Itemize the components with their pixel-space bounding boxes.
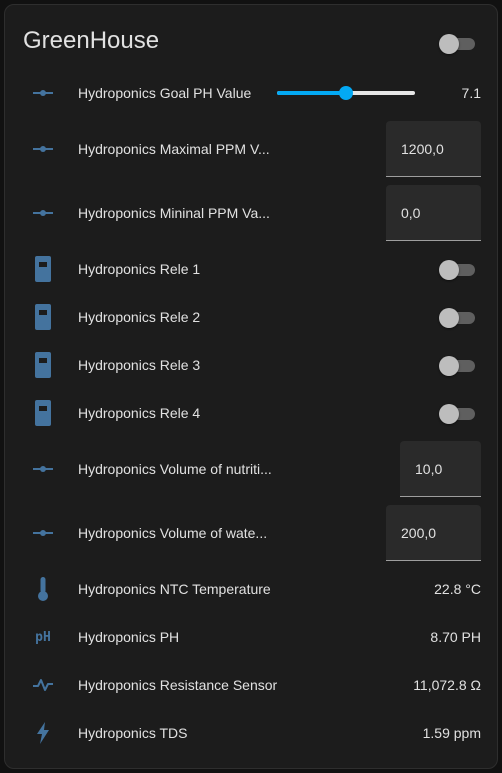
row-label: Hydroponics Goal PH Value (78, 85, 252, 101)
row-label: Hydroponics Rele 1 (78, 261, 201, 277)
row-label: Hydroponics Volume of nutriti... (78, 461, 272, 477)
slider-handle[interactable] (339, 86, 353, 100)
row-ntc: Hydroponics NTC Temperature 22.8 °C (5, 575, 499, 603)
ph-icon: pH (35, 629, 51, 645)
ph-goal-value: 7.1 (461, 85, 481, 101)
ppm-max-input[interactable]: 1200,0 (386, 121, 481, 177)
flash-icon (29, 719, 57, 747)
rele-2-toggle[interactable] (439, 307, 477, 328)
row-label: Hydroponics Rele 3 (78, 357, 201, 373)
relay-icon (29, 255, 57, 283)
row-label: Hydroponics Resistance Sensor (78, 677, 278, 693)
ph-value: 8.70 PH (430, 629, 481, 645)
row-label: Hydroponics NTC Temperature (78, 581, 271, 597)
row-ppm-max: Hydroponics Maximal PPM V... 1200,0 (5, 121, 499, 177)
row-ppm-min: Hydroponics Mininal PPM Va... 0,0 (5, 185, 499, 241)
row-label: Hydroponics PH (78, 629, 180, 645)
thermometer-icon (29, 575, 57, 603)
row-resistance: Hydroponics Resistance Sensor 11,072.8 Ω (5, 671, 499, 699)
relay-icon (29, 351, 57, 379)
row-vol-water: Hydroponics Volume of wate... 200,0 (5, 505, 499, 561)
row-vol-nutri: Hydroponics Volume of nutriti... 10,0 (5, 441, 499, 497)
row-rele-3: Hydroponics Rele 3 (5, 351, 499, 379)
ph-goal-slider[interactable] (277, 83, 419, 103)
row-label: Hydroponics Rele 2 (78, 309, 201, 325)
row-label: Hydroponics Rele 4 (78, 405, 201, 421)
resistance-value: 11,072.8 Ω (413, 677, 481, 693)
ppm-min-input[interactable]: 0,0 (386, 185, 481, 241)
card-title: GreenHouse (23, 27, 160, 54)
row-ph-goal: Hydroponics Goal PH Value 7.1 (5, 79, 499, 107)
vol-water-input[interactable]: 200,0 (386, 505, 481, 561)
tds-value: 1.59 ppm (422, 725, 481, 741)
slider-icon (29, 199, 57, 227)
rele-3-toggle[interactable] (439, 355, 477, 376)
card-header-toggle[interactable] (439, 33, 477, 54)
slider-icon (29, 519, 57, 547)
row-label: Hydroponics Mininal PPM Va... (78, 205, 270, 221)
row-rele-1: Hydroponics Rele 1 (5, 255, 499, 283)
row-ph: pH Hydroponics PH 8.70 PH (5, 623, 499, 651)
rele-4-toggle[interactable] (439, 403, 477, 424)
rele-1-toggle[interactable] (439, 259, 477, 280)
relay-icon (29, 303, 57, 331)
slider-icon (29, 455, 57, 483)
vol-nutri-input[interactable]: 10,0 (400, 441, 481, 497)
relay-icon (29, 399, 57, 427)
pulse-icon (29, 671, 57, 699)
row-label: Hydroponics TDS (78, 725, 188, 741)
row-label: Hydroponics Volume of wate... (78, 525, 268, 541)
row-label: Hydroponics Maximal PPM V... (78, 141, 270, 157)
row-rele-2: Hydroponics Rele 2 (5, 303, 499, 331)
row-rele-4: Hydroponics Rele 4 (5, 399, 499, 427)
slider-icon (29, 135, 57, 163)
greenhouse-card: GreenHouse Hydroponics Goal PH Value 7.1… (4, 4, 498, 769)
ntc-value: 22.8 °C (434, 581, 481, 597)
row-tds: Hydroponics TDS 1.59 ppm (5, 719, 499, 747)
slider-icon (29, 79, 57, 107)
